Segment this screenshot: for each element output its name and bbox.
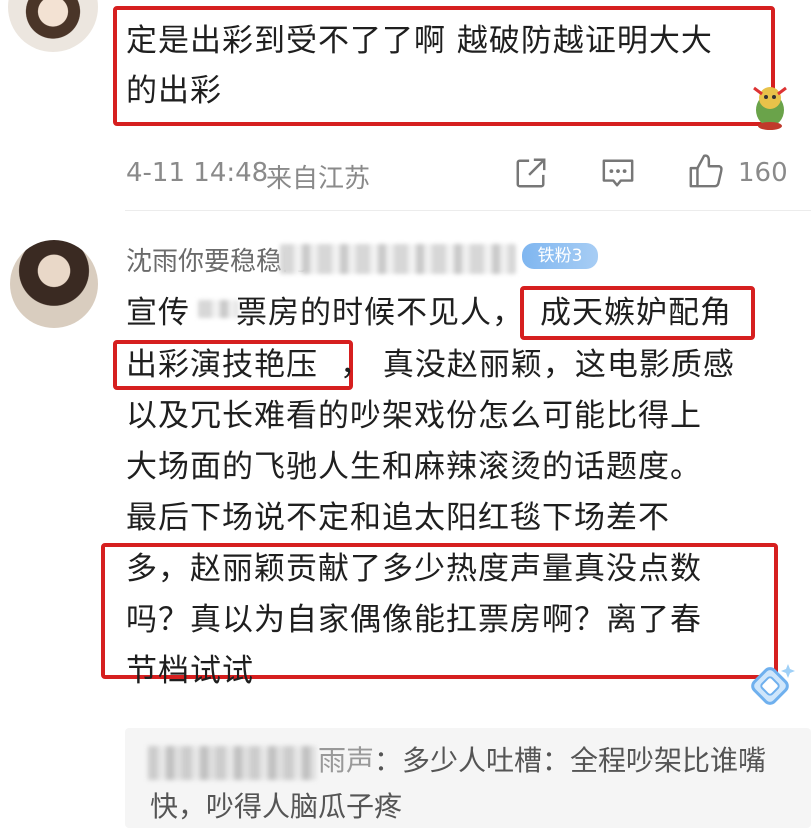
like-count: 160 bbox=[738, 158, 788, 188]
blurred-word bbox=[198, 300, 238, 318]
comment-text-line: 定是出彩到受不了了啊 越破防越证明大大 bbox=[126, 23, 713, 59]
blurred-username-tail bbox=[280, 244, 516, 274]
fan-badge-label: 铁粉3 bbox=[537, 246, 583, 266]
avatar[interactable] bbox=[10, 240, 98, 328]
comment-time: 4-11 14:48 bbox=[126, 158, 269, 188]
comment-text-line: 多，赵丽颖贡献了多少热度声量真没点数 bbox=[126, 551, 702, 587]
reply-username-tail: 雨声 bbox=[318, 744, 375, 777]
comment-text-segment: 出彩演技艳压 bbox=[126, 347, 318, 383]
fan-badge-icon: 铁粉3 bbox=[522, 243, 598, 269]
comment-text-segment: 宣传 bbox=[126, 295, 190, 331]
comment-text-line: 的出彩 bbox=[126, 73, 222, 109]
reply-text-line: ：多少人吐槽：全程吵架比谁嘴 bbox=[374, 744, 767, 777]
comment-text-line: 大场面的飞驰人生和麻辣滚烫的话题度。 bbox=[126, 449, 702, 485]
comment-icon[interactable] bbox=[600, 156, 636, 190]
sticker-icon bbox=[751, 664, 795, 705]
comment-location: 来自江苏 bbox=[266, 164, 371, 194]
avatar[interactable] bbox=[8, 0, 98, 52]
reply-text: 雨声：多少人吐槽：全程吵架比谁嘴 快，吵得人脑瓜子疼 bbox=[150, 738, 766, 830]
share-icon[interactable] bbox=[514, 156, 548, 190]
divider bbox=[125, 210, 811, 211]
comment-text-segment: 成天嫉妒配角 bbox=[540, 295, 732, 331]
sticker-icon bbox=[753, 86, 787, 130]
reply-text-line: 快，吵得人脑瓜子疼 bbox=[150, 790, 403, 823]
comment-text-segment: ， 真没赵丽颖，这电影质感 bbox=[340, 347, 735, 383]
like-icon[interactable] bbox=[687, 152, 725, 190]
comment-text-line: 吗？真以为自家偶像能扛票房啊？离了春 bbox=[126, 602, 702, 638]
comment-text-segment: 票房的时候不见人， bbox=[236, 295, 524, 331]
comment-text-line: 以及冗长难看的吵架戏份怎么可能比得上 bbox=[126, 398, 702, 434]
comment-text-line: 节档试试 bbox=[126, 653, 254, 689]
comment-text-line: 最后下场说不定和追太阳红毯下场差不 bbox=[126, 500, 670, 536]
